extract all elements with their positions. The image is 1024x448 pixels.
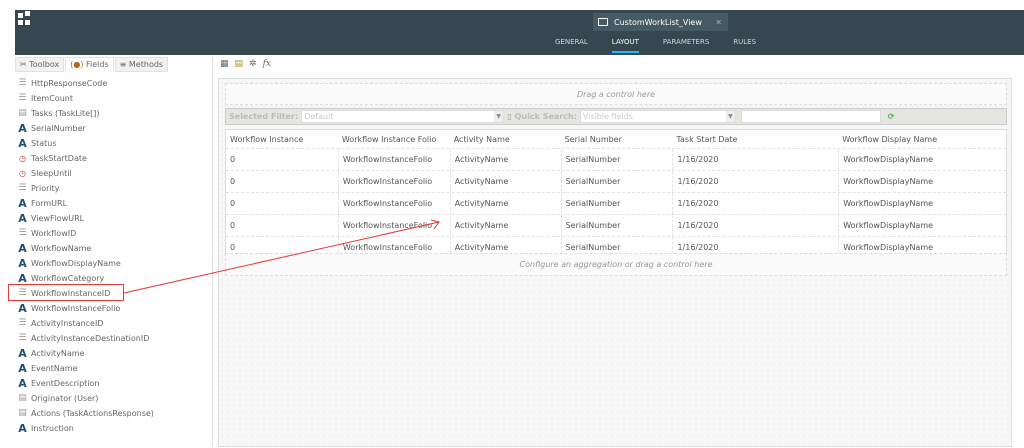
annotation-arrow <box>0 0 1024 448</box>
